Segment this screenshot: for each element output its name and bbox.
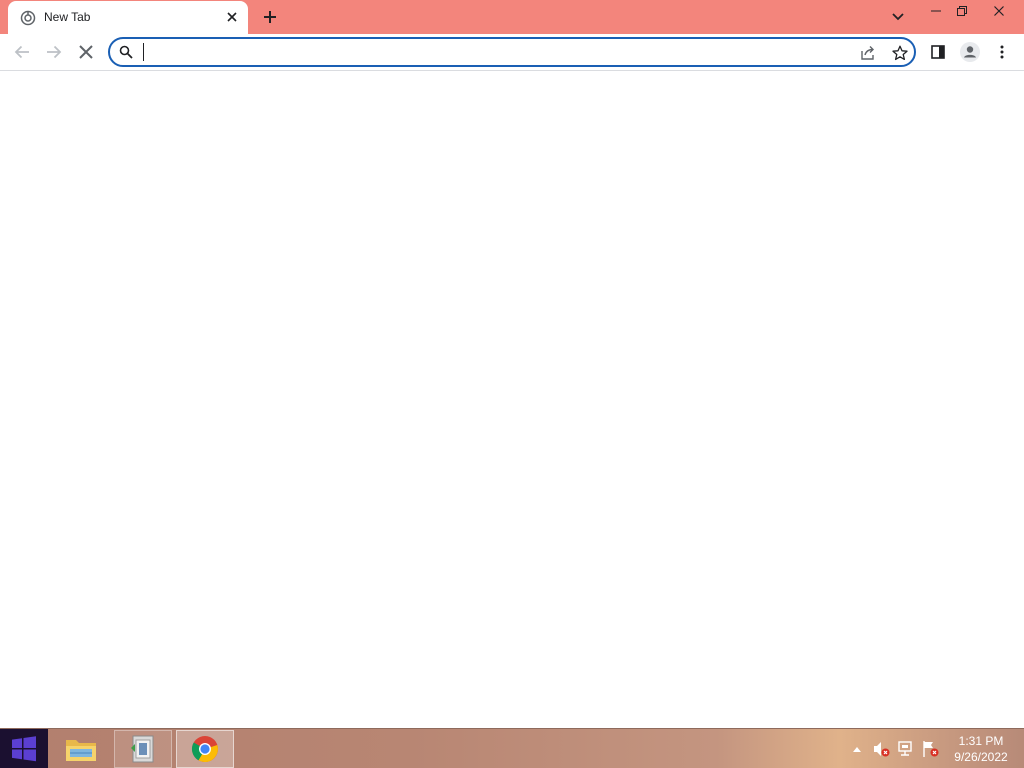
browser-titlebar[interactable]: New Tab xyxy=(0,0,1024,34)
taskbar-file-explorer[interactable] xyxy=(52,730,110,768)
taskbar: 1:31 PM 9/26/2022 xyxy=(0,728,1024,768)
restore-button[interactable] xyxy=(944,0,980,22)
arrow-left-icon xyxy=(14,45,29,59)
show-hidden-icons-button[interactable] xyxy=(851,743,863,755)
chevron-up-icon xyxy=(853,746,861,752)
new-tab-button[interactable] xyxy=(258,5,282,29)
close-tab-icon[interactable] xyxy=(224,9,240,25)
chrome-icon xyxy=(191,736,218,763)
page-content[interactable] xyxy=(0,71,1024,728)
avatar-icon xyxy=(960,42,980,62)
side-panel-button[interactable] xyxy=(925,39,951,65)
more-vertical-icon xyxy=(1000,45,1004,59)
app-icon xyxy=(131,735,154,763)
address-input[interactable] xyxy=(140,42,820,62)
windows-logo-icon xyxy=(12,736,36,762)
folder-icon xyxy=(66,740,96,761)
taskbar-app[interactable] xyxy=(114,730,172,768)
action-center-flag-icon[interactable] xyxy=(921,740,939,758)
minimize-icon xyxy=(931,10,941,12)
tab-search-button[interactable] xyxy=(886,5,910,29)
forward-button[interactable] xyxy=(41,39,67,65)
taskbar-chrome[interactable] xyxy=(176,730,234,768)
system-clock[interactable]: 1:31 PM 9/26/2022 xyxy=(948,733,1014,765)
close-window-button[interactable] xyxy=(980,0,1018,22)
chrome-favicon-icon xyxy=(20,10,36,26)
chevron-down-icon xyxy=(892,13,904,21)
network-icon[interactable] xyxy=(897,740,915,758)
back-button[interactable] xyxy=(9,39,35,65)
bookmark-star-icon[interactable] xyxy=(890,43,910,63)
tab-title: New Tab xyxy=(44,10,91,24)
start-button[interactable] xyxy=(0,729,48,768)
stop-loading-button[interactable] xyxy=(73,39,99,65)
arrow-right-icon xyxy=(47,45,62,59)
restore-icon xyxy=(957,6,967,16)
browser-toolbar xyxy=(0,34,1024,71)
search-icon xyxy=(119,45,133,59)
browser-menu-button[interactable] xyxy=(989,39,1015,65)
stop-icon xyxy=(79,45,93,59)
address-bar[interactable] xyxy=(108,37,916,67)
side-panel-icon xyxy=(931,45,945,59)
tab-new-tab[interactable]: New Tab xyxy=(8,1,248,34)
share-icon[interactable] xyxy=(858,43,878,63)
close-icon xyxy=(994,6,1004,16)
profile-button[interactable] xyxy=(957,39,983,65)
text-cursor xyxy=(143,43,144,61)
plus-icon xyxy=(264,11,276,23)
clock-date: 9/26/2022 xyxy=(954,750,1008,764)
clock-time: 1:31 PM xyxy=(958,734,1004,748)
volume-muted-icon[interactable] xyxy=(872,740,890,758)
